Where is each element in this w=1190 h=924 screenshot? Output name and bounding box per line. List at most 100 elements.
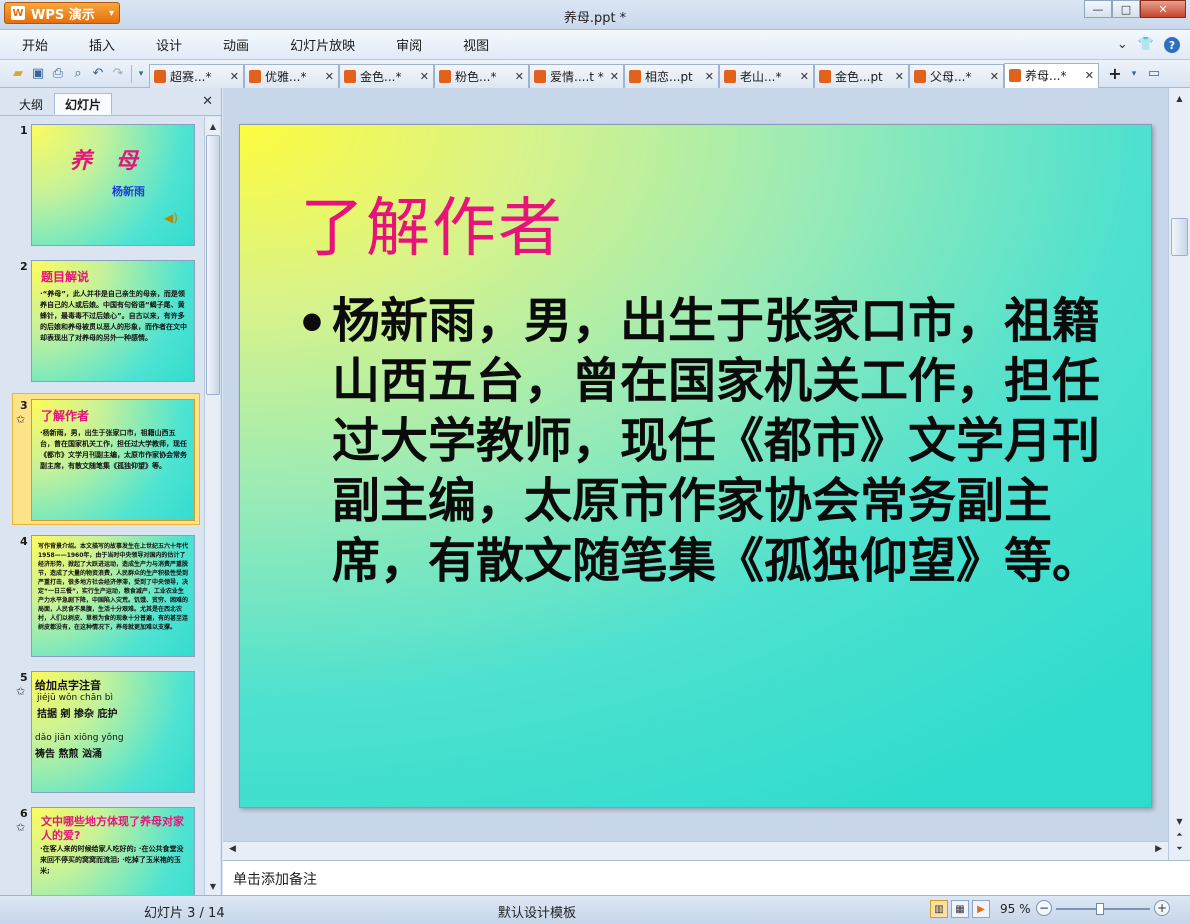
previous-slide-icon[interactable]: ⏶ [1172, 828, 1187, 842]
editor-horizontal-scrollbar[interactable]: ◀ ▶ [223, 841, 1168, 860]
print-preview-icon[interactable]: ⌕ [68, 64, 88, 84]
tab-label: 父母...* [930, 69, 972, 84]
close-tab-icon[interactable]: ✕ [1085, 69, 1094, 82]
slideshow-view-icon[interactable]: ▶ [972, 900, 990, 918]
menu-animation[interactable]: 动画 [203, 35, 270, 54]
slide-title[interactable]: 了解作者 [300, 177, 564, 269]
zoom-slider-handle[interactable] [1095, 903, 1104, 915]
document-tab[interactable]: 老山...* ✕ [719, 63, 814, 88]
slide-preview[interactable]: 文中哪些地方体现了养母对家人的爱? ·在客人来的时候给家人吃好的; ·在公共食堂… [31, 807, 195, 895]
current-slide[interactable]: 了解作者 • 杨新雨，男，出生于张家口市，祖籍山西五台，曾在国家机关工作，担任过… [239, 124, 1152, 808]
maximize-button[interactable]: □ [1112, 0, 1140, 18]
slide-preview[interactable]: 写作背景介绍。本文描写的故事发生在上世纪五六十年代1958——1960年，由于当… [31, 535, 195, 657]
presentation-file-icon [439, 69, 451, 83]
skin-icon[interactable]: 👕 [1138, 37, 1154, 53]
open-folder-icon[interactable]: ▰ [8, 64, 28, 84]
slide-thumbnail-list: 1 养 母 杨新雨 ◀) 2 题目解说 ·“养母”，此人并非是自己亲生的母亲，而… [0, 117, 204, 895]
close-tab-icon[interactable]: ✕ [230, 70, 239, 83]
close-tab-icon[interactable]: ✕ [990, 70, 999, 83]
new-tab-button[interactable]: + [1102, 63, 1128, 85]
thumb-title: 文中哪些地方体现了养母对家人的爱? [41, 815, 184, 842]
tab-label: 爱情....t * [550, 69, 604, 84]
presentation-file-icon [914, 69, 926, 83]
scroll-up-icon[interactable]: ▲ [207, 119, 219, 133]
pinyin-row: dǎo jiān xiōng yǒng [35, 733, 124, 743]
save-icon[interactable]: ▣ [28, 64, 48, 84]
document-tab[interactable]: 养母...* ✕ [1004, 62, 1099, 88]
close-tab-icon[interactable]: ✕ [325, 70, 334, 83]
tab-label: 超赛...* [170, 69, 212, 84]
slide-counter: 幻灯片 3 / 14 [144, 906, 225, 921]
thumb-title: 养 母 [70, 148, 146, 174]
notes-pane[interactable]: 单击添加备注 [223, 860, 1190, 895]
slide-body-text[interactable]: 杨新雨，男，出生于张家口市，祖籍山西五台，曾在国家机关工作，担任过大学教师，现任… [332, 291, 1122, 591]
print-icon[interactable]: ⎙ [48, 64, 68, 84]
close-tab-icon[interactable]: ✕ [705, 70, 714, 83]
thumb-body: ·“养母”，此人并非是自己亲生的母亲，而是领养自己的人或后娘。中国有句俗语“蝎子… [40, 290, 187, 342]
menu-view[interactable]: 视图 [443, 35, 510, 54]
slide-preview[interactable]: 了解作者 ·杨新雨，男，出生于张家口市，祖籍山西五台，曾在国家机关工作，担任过大… [31, 399, 195, 521]
normal-view-icon[interactable]: ▥ [930, 900, 948, 918]
notes-placeholder[interactable]: 单击添加备注 [233, 869, 317, 889]
ribbon-collapse-icon[interactable]: ⌄ [1117, 37, 1128, 53]
tab-slides[interactable]: 幻灯片 [54, 93, 113, 115]
scroll-up-icon[interactable]: ▲ [1172, 91, 1187, 105]
help-icon[interactable]: ? [1164, 37, 1180, 53]
tab-outline[interactable]: 大纲 [8, 93, 54, 115]
zoom-slider[interactable] [1056, 903, 1150, 915]
undo-icon[interactable]: ↶ [88, 64, 108, 84]
close-window-button[interactable]: ✕ [1140, 0, 1186, 18]
scroll-thumb[interactable] [206, 135, 220, 395]
zoom-out-button[interactable]: − [1036, 900, 1052, 916]
minimize-button[interactable]: — [1084, 0, 1112, 18]
menu-insert[interactable]: 插入 [69, 35, 136, 54]
scroll-right-icon[interactable]: ▶ [1155, 844, 1162, 854]
slide-preview[interactable]: 题目解说 ·“养母”，此人并非是自己亲生的母亲，而是领养自己的人或后娘。中国有句… [31, 260, 195, 382]
customize-toolbar-icon[interactable]: ▾ [135, 64, 147, 84]
design-template-name[interactable]: 默认设计模板 [498, 902, 576, 921]
editor-vertical-scrollbar[interactable]: ▲ ▼ ⏶ ⏷ [1168, 88, 1190, 860]
thumbnail-scrollbar[interactable]: ▲ ▼ [204, 117, 220, 895]
document-tab[interactable]: 优雅...* ✕ [244, 63, 339, 88]
slide-number: 2 [20, 260, 28, 273]
slide-preview[interactable]: 给加点字注音 jiéjū wǒn chān bì 拮据 剜 掺杂 庇护 dǎo … [31, 671, 195, 793]
zoom-in-button[interactable]: + [1154, 900, 1170, 916]
scroll-down-icon[interactable]: ▼ [207, 879, 219, 893]
pinyin-row: jiéjū wǒn chān bì [37, 693, 113, 703]
status-bar: 幻灯片 3 / 14 默认设计模板 ▥ ▦ ▶ 95 % − + [0, 895, 1190, 924]
document-tab[interactable]: 粉色...* ✕ [434, 63, 529, 88]
next-slide-icon[interactable]: ⏷ [1172, 842, 1187, 856]
close-tab-icon[interactable]: ✕ [895, 70, 904, 83]
thumb-body: 写作背景介绍。本文描写的故事发生在上世纪五六十年代1958——1960年，由于当… [38, 543, 189, 631]
close-panel-icon[interactable]: ✕ [202, 94, 213, 109]
word-row: 拮据 剜 掺杂 庇护 [37, 709, 118, 720]
close-tab-icon[interactable]: ✕ [610, 70, 619, 83]
scroll-down-icon[interactable]: ▼ [1172, 814, 1187, 828]
slide-number: 6 [20, 807, 28, 820]
slide-sorter-view-icon[interactable]: ▦ [951, 900, 969, 918]
document-tab[interactable]: 金色...* ✕ [339, 63, 434, 88]
menu-slideshow[interactable]: 幻灯片放映 [270, 35, 376, 54]
document-tab[interactable]: 父母...* ✕ [909, 63, 1004, 88]
document-tab[interactable]: 爱情....t * ✕ [529, 63, 624, 88]
slide-number: 4 [20, 535, 28, 548]
tab-label: 金色...* [360, 69, 402, 84]
menu-home[interactable]: 开始 [0, 35, 69, 54]
close-tab-icon[interactable]: ✕ [515, 70, 524, 83]
slide-preview[interactable]: 养 母 杨新雨 ◀) [31, 124, 195, 246]
document-tab[interactable]: 相恋...pt ✕ [624, 63, 719, 88]
document-tab[interactable]: 金色...pt ✕ [814, 63, 909, 88]
window-switch-icon[interactable]: ▭ [1144, 64, 1164, 84]
close-tab-icon[interactable]: ✕ [800, 70, 809, 83]
redo-icon[interactable]: ↷ [108, 64, 128, 84]
tab-list-icon[interactable]: ▾ [1128, 64, 1140, 84]
scroll-thumb[interactable] [1171, 218, 1188, 256]
menu-review[interactable]: 审阅 [376, 35, 443, 54]
scroll-left-icon[interactable]: ◀ [229, 844, 236, 854]
word-row: 祷告 熬煎 汹涌 [35, 749, 102, 760]
presentation-file-icon [249, 69, 261, 83]
slide-number: 3 [20, 399, 28, 412]
close-tab-icon[interactable]: ✕ [420, 70, 429, 83]
document-tab[interactable]: 超赛...* ✕ [149, 63, 244, 88]
menu-design[interactable]: 设计 [136, 35, 203, 54]
